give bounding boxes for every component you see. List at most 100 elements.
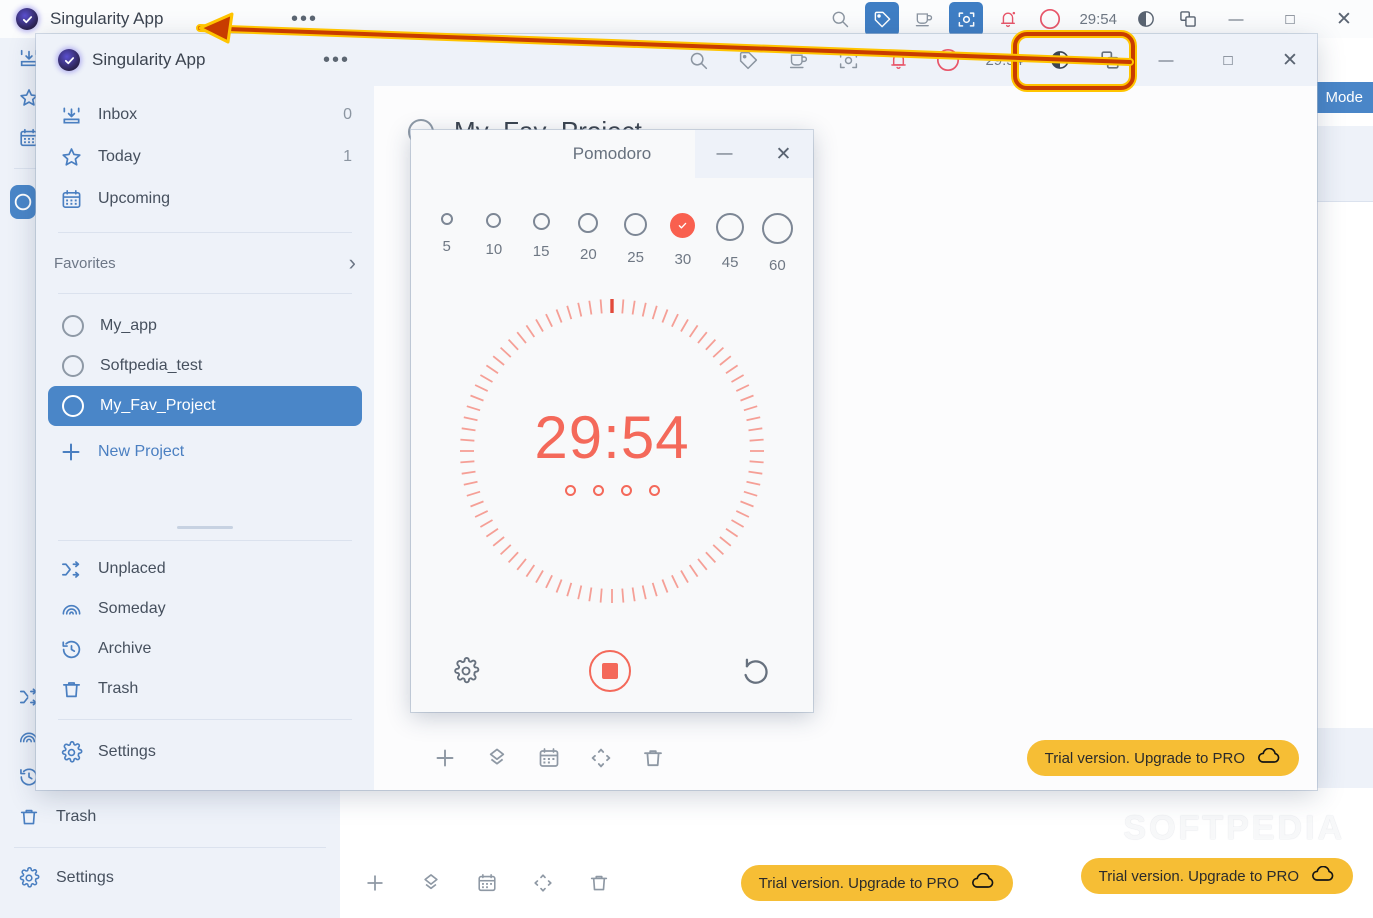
duration-circle-icon <box>486 213 502 228</box>
bg-sidebar-item-trash[interactable]: Trash <box>0 797 340 837</box>
sidebar-item-unplaced[interactable]: Unplaced <box>36 549 374 589</box>
sidebar-divider-1 <box>58 232 352 233</box>
sidebar-item-label: Settings <box>98 743 156 760</box>
settings-gear-button[interactable] <box>451 656 481 686</box>
front-app-menu-button[interactable]: ••• <box>323 50 350 70</box>
bg-sidebar-item-settings[interactable]: Settings <box>0 858 340 898</box>
pomodoro-minimize-button[interactable]: — <box>695 130 754 178</box>
bg-search-icon[interactable] <box>823 2 857 36</box>
front-minimize-button[interactable]: — <box>1143 41 1189 79</box>
sidebar-project-softpedia-test[interactable]: Softpedia_test <box>48 346 362 386</box>
calendar-icon[interactable] <box>536 745 562 771</box>
add-task-icon[interactable] <box>432 745 458 771</box>
contrast-half-circle-icon[interactable] <box>1043 43 1077 77</box>
session-dot <box>592 485 604 496</box>
sidebar-project-my-app[interactable]: My_app <box>48 306 362 346</box>
sidebar-divider-2 <box>58 293 352 294</box>
trash-icon <box>58 678 84 701</box>
pomodoro-close-button[interactable]: ✕ <box>754 130 813 178</box>
history-clock-icon <box>58 638 84 661</box>
cloud-icon <box>971 872 995 893</box>
duration-option-60[interactable]: 60 <box>755 213 799 274</box>
duration-option-25[interactable]: 25 <box>614 213 658 274</box>
duration-option-20[interactable]: 20 <box>566 213 610 274</box>
sidebar-item-label: Upcoming <box>98 190 171 207</box>
background-app-menu-button[interactable]: ••• <box>291 9 318 29</box>
duration-option-5[interactable]: 5 <box>425 213 469 274</box>
sidebar-item-archive[interactable]: Archive <box>36 629 374 669</box>
bg-close-button[interactable]: ✕ <box>1321 0 1367 38</box>
front-app-title: Singularity App <box>92 50 206 69</box>
layers-icon[interactable] <box>484 745 510 771</box>
bg-settings-label: Settings <box>56 869 114 886</box>
stop-button[interactable] <box>589 650 631 692</box>
bg-multi-window-icon[interactable] <box>1171 2 1205 36</box>
sidebar-item-today[interactable]: Today 1 <box>36 136 374 178</box>
sidebar-item-label: Unplaced <box>98 560 166 577</box>
bg-coffee-cup-icon[interactable] <box>907 2 941 36</box>
reset-button[interactable] <box>739 654 773 688</box>
cloud-icon <box>1257 747 1281 768</box>
bell-icon[interactable] <box>881 43 915 77</box>
move-arrows-icon[interactable] <box>588 745 614 771</box>
sidebar-project-my-fav-project[interactable]: My_Fav_Project <box>48 386 362 426</box>
bg-mode-chip[interactable]: Mode <box>1313 82 1373 113</box>
sidebar-resize-handle[interactable] <box>36 524 374 534</box>
bg-tag-icon[interactable] <box>865 2 900 36</box>
duration-option-45[interactable]: 45 <box>708 213 752 274</box>
duration-option-10[interactable]: 10 <box>472 213 516 274</box>
bg-maximize-button[interactable]: □ <box>1267 0 1313 38</box>
cloud-icon <box>1311 865 1335 886</box>
calendar-icon <box>58 188 84 211</box>
trial-label: Trial version. Upgrade to PRO <box>1044 749 1245 767</box>
bg-add-task-icon[interactable] <box>362 870 388 896</box>
duration-option-30[interactable]: 30 <box>661 213 705 274</box>
project-label: My_Fav_Project <box>100 397 216 414</box>
bg-pomodoro-circle-icon[interactable] <box>1033 2 1067 36</box>
sidebar-item-inbox[interactable]: Inbox 0 <box>36 94 374 136</box>
search-icon[interactable] <box>681 43 715 77</box>
favorites-label: Favorites <box>54 254 116 272</box>
front-close-button[interactable]: ✕ <box>1267 41 1313 79</box>
bg-minimize-button[interactable]: — <box>1213 0 1259 38</box>
project-circle-icon <box>62 395 84 417</box>
sidebar-item-trash[interactable]: Trash <box>36 669 374 709</box>
duration-circle-icon <box>578 213 599 233</box>
bg-bell-icon[interactable] <box>991 2 1025 36</box>
bg-move-arrows-icon[interactable] <box>530 870 556 896</box>
duration-option-15[interactable]: 15 <box>519 213 563 274</box>
multi-window-icon[interactable] <box>1093 43 1127 77</box>
bg-focus-target-icon[interactable] <box>949 2 984 36</box>
pomodoro-dialog: Pomodoro — ✕ 5 10 15 20 25 30 45 60 29:54 <box>411 130 813 712</box>
trial-upgrade-button[interactable]: Trial version. Upgrade to PRO <box>1026 740 1299 776</box>
sidebar-new-project-button[interactable]: New Project <box>36 426 374 478</box>
front-maximize-button[interactable]: □ <box>1205 41 1251 79</box>
background-titlebar: Singularity App ••• 29:54 — □ ✕ <box>0 0 1373 38</box>
shuffle-icon <box>58 558 84 581</box>
duration-label: 30 <box>674 251 692 268</box>
bg-contrast-half-circle-icon[interactable] <box>1129 2 1163 36</box>
sidebar-favorites-section[interactable]: Favorites › <box>36 245 374 281</box>
sidebar-item-upcoming[interactable]: Upcoming <box>36 178 374 220</box>
bg-layers-icon[interactable] <box>418 870 444 896</box>
sidebar-item-settings[interactable]: Settings <box>36 730 374 774</box>
bg-sidebar-divider-2 <box>14 847 326 848</box>
bg-delete-icon[interactable] <box>586 870 612 896</box>
sidebar-item-someday[interactable]: Someday <box>36 589 374 629</box>
front-app-logo-icon <box>58 49 80 71</box>
bg-trial-upgrade-button[interactable]: Trial version. Upgrade to PRO <box>740 865 1013 901</box>
pomodoro-circle-icon[interactable] <box>931 43 965 77</box>
coffee-cup-icon[interactable] <box>781 43 815 77</box>
focus-target-icon[interactable] <box>831 43 865 77</box>
duration-selector: 5 10 15 20 25 30 45 60 <box>411 213 813 274</box>
duration-circle-icon <box>532 213 550 230</box>
front-timer-label: 29:54 <box>985 51 1023 69</box>
bg-calendar-icon[interactable] <box>474 870 500 896</box>
duration-label: 25 <box>627 249 644 266</box>
tag-icon[interactable] <box>731 43 765 77</box>
bg-trial-upgrade-button-2[interactable]: Trial version. Upgrade to PRO <box>1080 858 1353 894</box>
bg-trial-label-2: Trial version. Upgrade to PRO <box>1098 867 1299 885</box>
duration-label: 60 <box>769 257 786 274</box>
delete-icon[interactable] <box>640 745 666 771</box>
session-dot <box>648 485 660 496</box>
